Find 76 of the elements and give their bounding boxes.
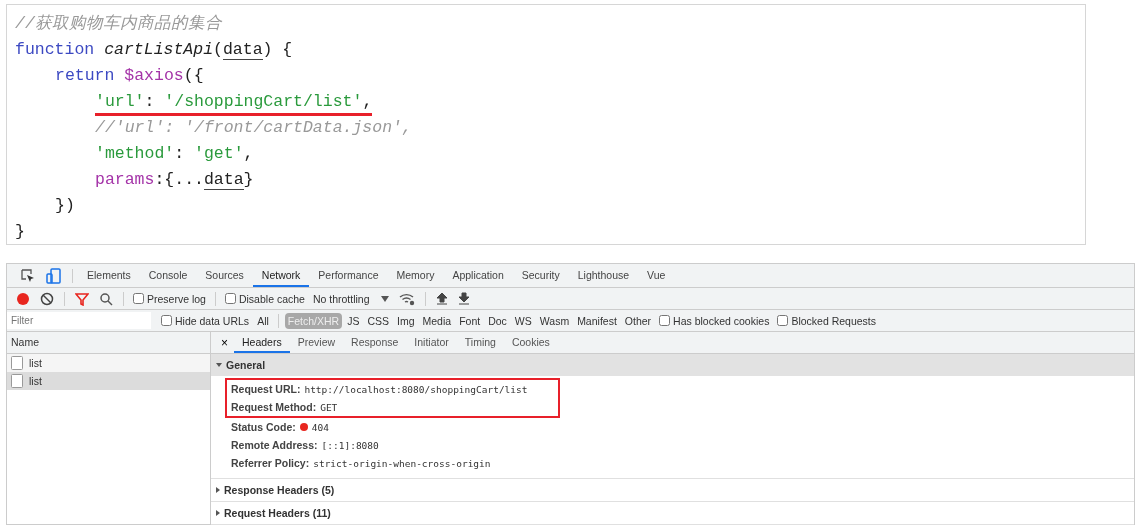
wifi-gear-icon[interactable] (398, 291, 415, 306)
upload-icon[interactable] (435, 292, 448, 305)
type-filter[interactable]: CSS (364, 312, 392, 329)
record-icon[interactable] (16, 291, 30, 306)
section-header[interactable]: Request Headers (11) (211, 502, 1134, 524)
throttling-dropdown[interactable]: No throttling (312, 292, 370, 305)
detail-tab[interactable]: Preview (289, 332, 344, 353)
type-filter[interactable]: All (254, 312, 272, 329)
type-filter[interactable]: Other (621, 312, 655, 329)
panel-tab[interactable]: Application (443, 264, 513, 287)
panel-tab[interactable]: Elements (78, 264, 140, 287)
section-header[interactable]: Response Headers (5) (211, 479, 1134, 501)
header-value: 404 (311, 421, 329, 433)
column-header: Name (11, 336, 39, 348)
type-filter[interactable]: Media (419, 312, 455, 329)
download-icon[interactable] (457, 292, 470, 305)
type-filter[interactable]: Font (456, 312, 484, 329)
device-toolbar-icon[interactable] (46, 267, 62, 284)
code-line: return $axios({ (55, 65, 204, 87)
request-row[interactable]: list (7, 372, 210, 390)
document-icon (11, 356, 23, 370)
panel-tab[interactable]: Performance (309, 264, 388, 287)
checkbox-label[interactable]: Disable cache (238, 292, 305, 305)
header-value: strict-origin-when-cross-origin (313, 457, 491, 469)
code-line: function cartListApi(data) { (15, 39, 293, 61)
underlined-code-line: 'url': '/shoppingCart/list', (95, 91, 373, 116)
checkbox[interactable] (224, 293, 236, 304)
type-filter[interactable]: Doc (485, 312, 510, 329)
panel-tab[interactable]: Memory (387, 264, 444, 287)
panel-tab[interactable]: Vue (638, 264, 675, 287)
close-button[interactable]: × (215, 335, 234, 350)
type-filter[interactable]: JS (344, 312, 363, 329)
request-row[interactable]: list (7, 354, 210, 372)
clear-icon[interactable] (40, 291, 54, 306)
header-value: http://localhost:8080/shoppingCart/list (304, 383, 528, 395)
panel-tab[interactable]: Network (252, 264, 310, 287)
checkbox[interactable] (133, 293, 144, 304)
inspect-icon[interactable] (20, 267, 36, 284)
panel-tab[interactable]: Sources (196, 264, 253, 287)
code-line: params:{...data} (95, 169, 254, 191)
code-line: }) (55, 195, 75, 217)
panel-tab[interactable]: Security (512, 264, 569, 287)
header-name: Request Method: (231, 401, 317, 413)
checkbox-label[interactable]: Blocked Requests (791, 314, 877, 327)
checkbox[interactable] (659, 315, 671, 326)
detail-tab[interactable]: Timing (456, 332, 504, 353)
panel-tab[interactable]: Console (139, 264, 197, 287)
detail-tab[interactable]: Initiator (406, 332, 457, 353)
filter-field[interactable]: Filter (7, 312, 151, 329)
checkbox[interactable] (777, 315, 789, 326)
filter-icon[interactable] (75, 291, 89, 306)
section-header[interactable]: General (211, 354, 1134, 376)
checkbox[interactable] (161, 315, 172, 326)
code-line: } (15, 221, 25, 243)
code-line: 'method': 'get', (95, 143, 254, 165)
code-line: //'url': '/front/cartData.json', (95, 117, 412, 139)
type-filter[interactable]: Img (394, 312, 418, 329)
checkbox-label[interactable]: Has blocked cookies (673, 314, 770, 327)
detail-tab[interactable]: Cookies (503, 332, 558, 353)
panel-tab[interactable]: Lighthouse (568, 264, 639, 287)
checkbox-label[interactable]: Hide data URLs (175, 314, 250, 327)
search-icon[interactable] (99, 291, 113, 306)
checkbox-label[interactable]: Preserve log (147, 292, 206, 305)
code-line: //获取购物车内商品的集合 (15, 13, 222, 35)
detail-tab[interactable]: Response (343, 332, 407, 353)
header-name: Referrer Policy: (231, 457, 310, 469)
header-value: GET (320, 401, 338, 413)
document-icon (11, 374, 23, 388)
type-filter[interactable]: Manifest (574, 312, 620, 329)
dropdown-caret-icon[interactable] (380, 295, 389, 302)
header-name: Request URL: (231, 383, 301, 395)
type-filter[interactable]: WS (511, 312, 535, 329)
header-value: [::1]:8080 (321, 439, 379, 451)
header-name: Remote Address: (231, 439, 318, 451)
header-name: Status Code: (231, 421, 296, 433)
type-filter[interactable]: Wasm (536, 312, 573, 329)
